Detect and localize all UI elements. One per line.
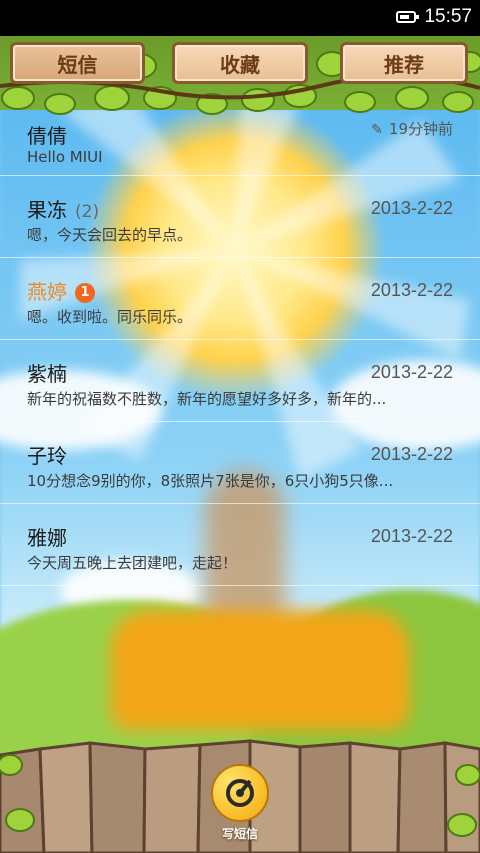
contact-name: 雅娜 xyxy=(27,526,67,550)
conversation-row[interactable]: 紫楠 新年的祝福数不胜数，新年的愿望好多好多，新年的... 2013-2-22 xyxy=(0,340,480,422)
contact-name-wrapper: 燕婷 1 xyxy=(27,276,95,305)
message-preview: 新年的祝福数不胜数，新年的愿望好多好多，新年的... xyxy=(27,390,387,408)
compose-button[interactable] xyxy=(211,764,269,822)
status-bar: 15:57 xyxy=(0,0,480,36)
conversation-row[interactable]: 倩倩 Hello MIUI ✎ 19分钟前 xyxy=(0,110,480,176)
pencil-icon: ✎ xyxy=(371,122,383,138)
tab-messages[interactable]: 短信 xyxy=(10,42,145,84)
tab-messages-label: 短信 xyxy=(57,52,98,77)
tab-recommended-label: 推荐 xyxy=(384,52,424,77)
message-preview: Hello MIUI xyxy=(27,148,103,166)
message-date: 2013-2-22 xyxy=(370,362,453,382)
contact-name: 紫楠 xyxy=(27,362,67,386)
conversation-row[interactable]: 雅娜 今天周五晚上去团建吧，走起！ 2013-2-22 xyxy=(0,504,480,586)
conversation-list: 倩倩 Hello MIUI ✎ 19分钟前 果冻 (2) 嗯，今天会回去的早点。 2… xyxy=(0,110,480,586)
message-time: 19分钟前 xyxy=(388,120,453,138)
conversation-row[interactable]: 子玲 10分想念9别的你，8张照片7张是你，6只小狗5只像... 2013-2-… xyxy=(0,422,480,504)
conversation-row[interactable]: 燕婷 1 嗯。收到啦。同乐同乐。 2013-2-22 xyxy=(0,258,480,340)
message-date: 2013-2-22 xyxy=(370,280,453,300)
contact-name: 子玲 xyxy=(27,444,67,468)
contact-name: 果冻 xyxy=(27,198,67,222)
compose-icon xyxy=(226,779,254,807)
compose-label: 写短信 xyxy=(221,827,258,841)
contact-name-wrapper: 果冻 (2) xyxy=(27,194,99,223)
tab-favorites[interactable]: 收藏 xyxy=(172,42,308,84)
status-time: 15:57 xyxy=(424,6,472,27)
message-preview: 嗯。收到啦。同乐同乐。 xyxy=(27,308,193,326)
message-preview: 10分想念9别的你，8张照片7张是你，6只小狗5只像... xyxy=(27,472,394,490)
tab-recommended[interactable]: 推荐 xyxy=(340,42,468,84)
tab-favorites-label: 收藏 xyxy=(220,52,260,77)
message-date: 2013-2-22 xyxy=(370,198,453,218)
message-date: 2013-2-22 xyxy=(370,526,453,546)
message-count: (2) xyxy=(75,202,100,222)
message-time-wrapper: ✎ 19分钟前 xyxy=(371,118,453,139)
battery-icon xyxy=(396,11,419,23)
message-preview: 今天周五晚上去团建吧，走起！ xyxy=(27,554,238,572)
message-date: 2013-2-22 xyxy=(370,444,453,464)
message-preview: 嗯，今天会回去的早点。 xyxy=(27,226,193,244)
unread-badge: 1 xyxy=(75,283,95,303)
conversation-row[interactable]: 果冻 (2) 嗯，今天会回去的早点。 2013-2-22 xyxy=(0,176,480,258)
contact-name: 倩倩 xyxy=(27,124,67,148)
contact-name: 燕婷 xyxy=(27,280,67,304)
